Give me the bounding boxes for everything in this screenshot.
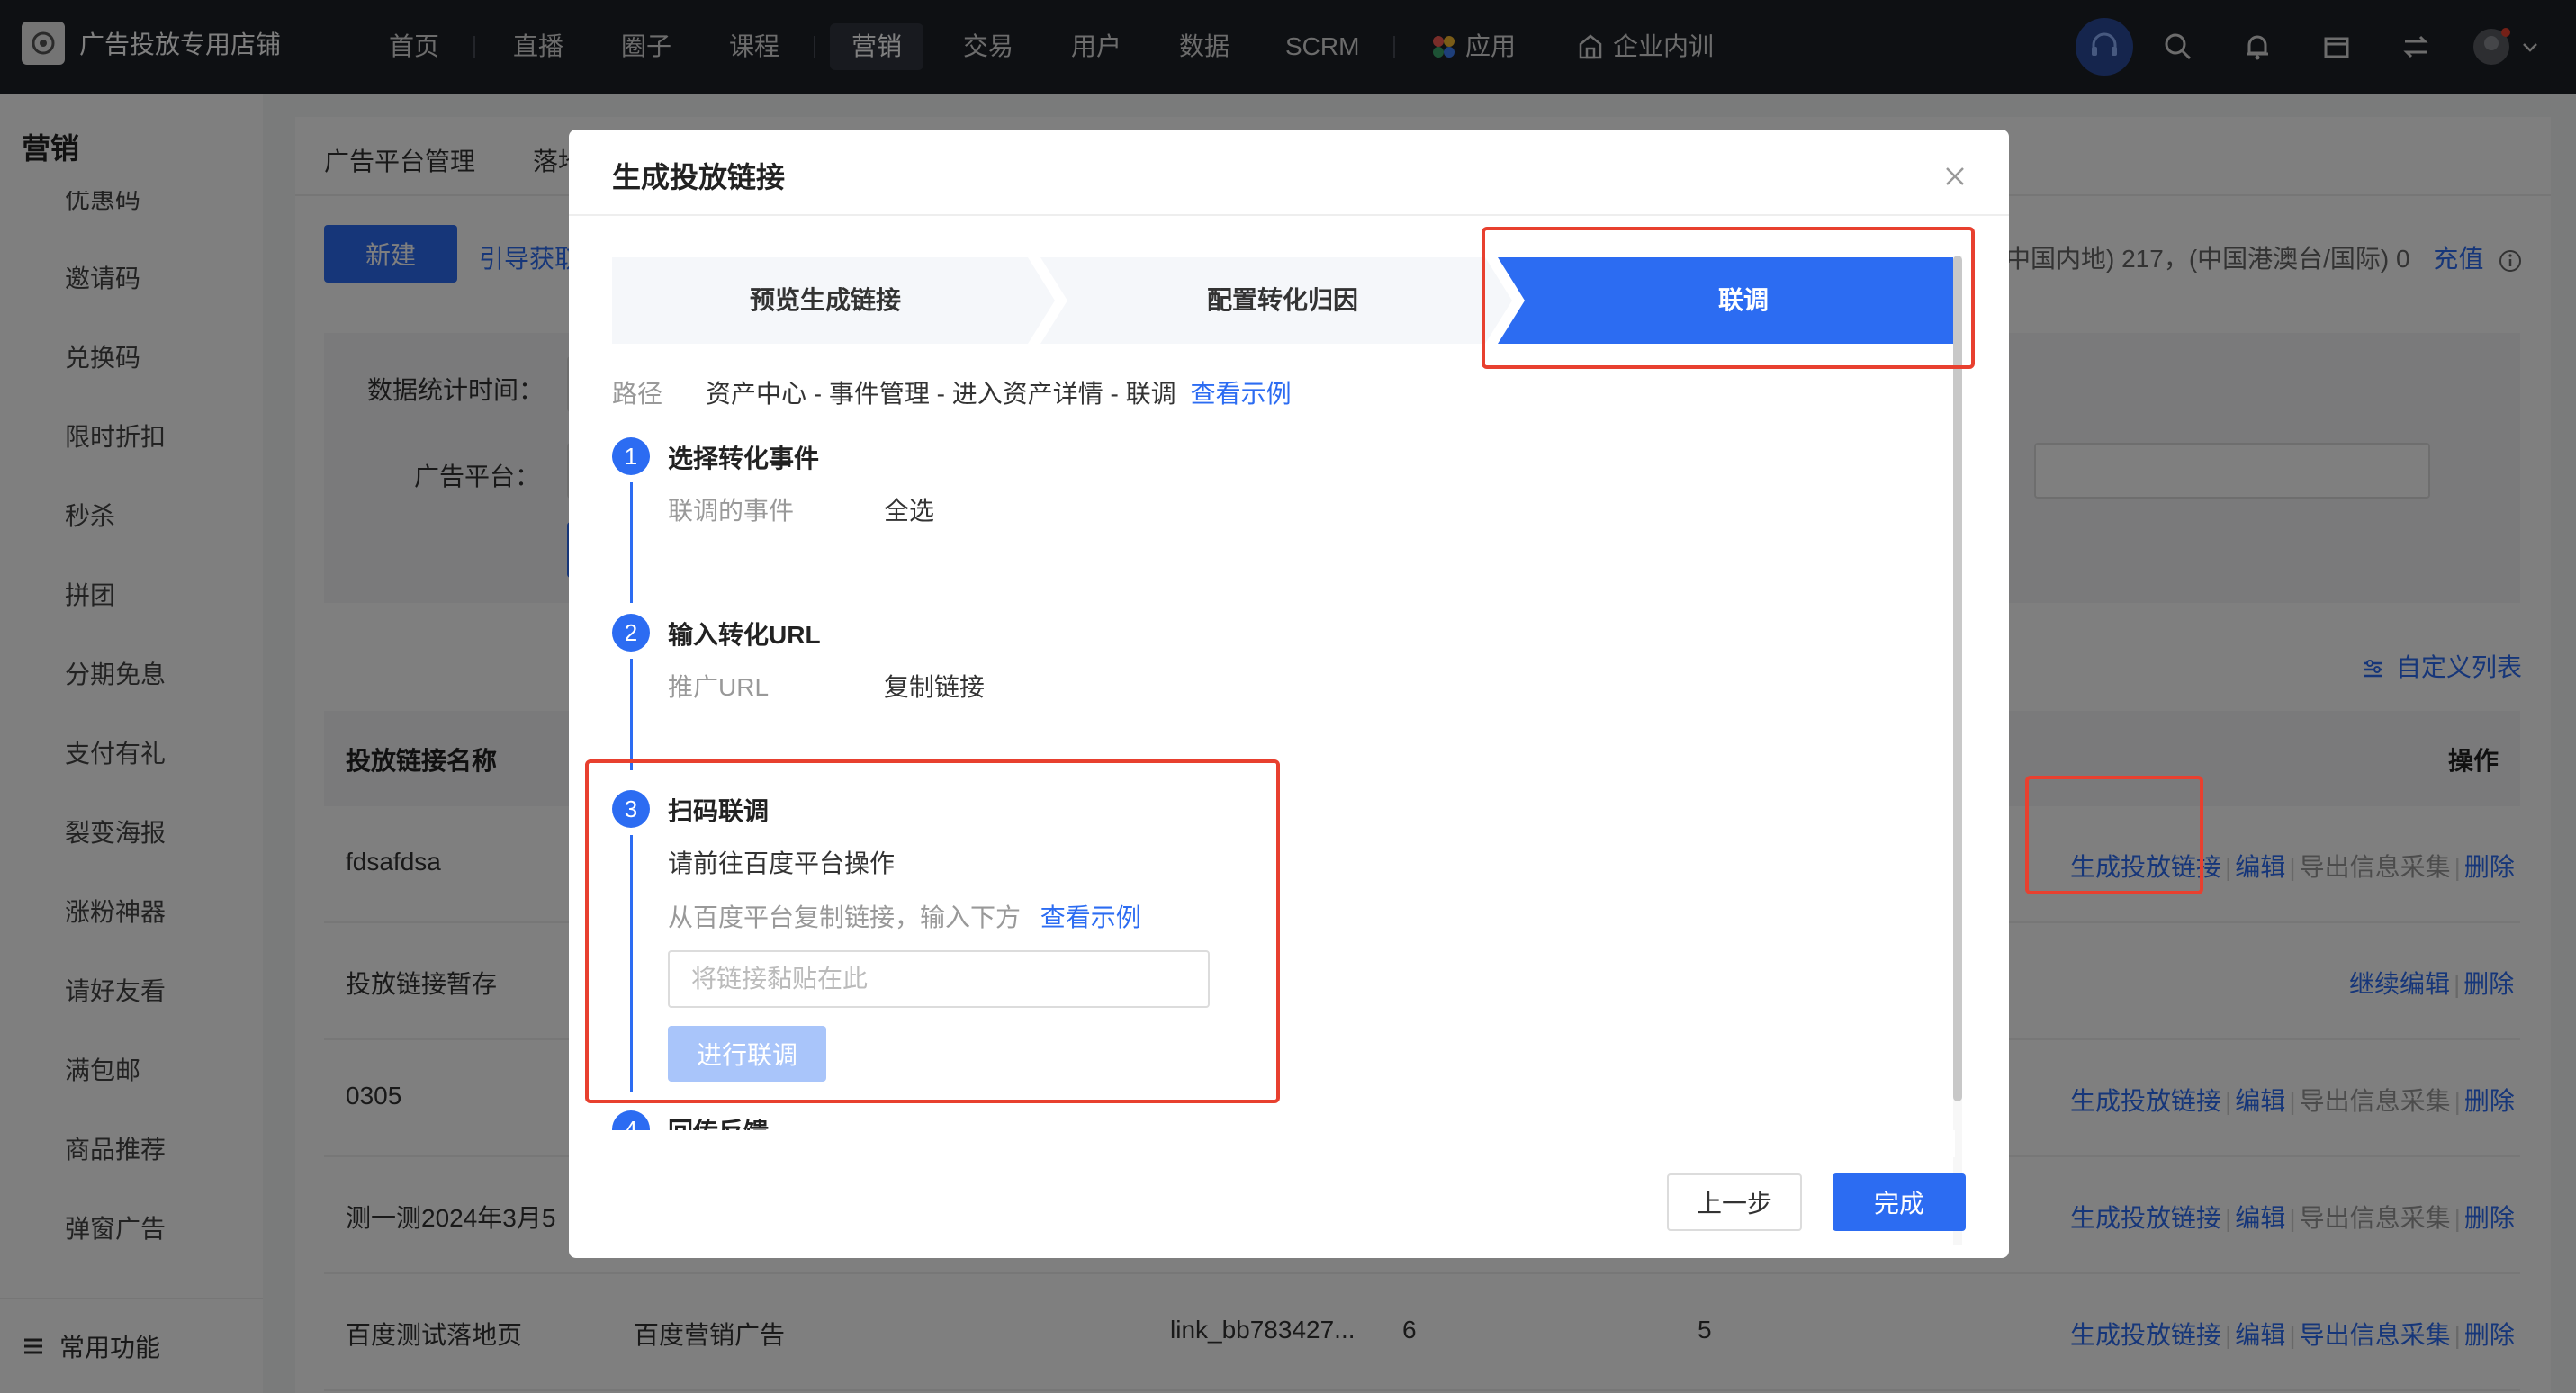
section-feedback-partial: 4 回传反馈 <box>612 1110 1062 1130</box>
copy-link-button[interactable]: 复制链接 <box>884 668 985 704</box>
dialog-divider <box>569 214 2009 216</box>
event-value[interactable]: 全选 <box>884 491 934 527</box>
scroll-fade <box>569 1130 1955 1157</box>
path-value: 资产中心 - 事件管理 - 进入资产详情 - 联调 <box>706 380 1176 408</box>
highlight-scan-section <box>585 759 1280 1103</box>
highlight-step-debug <box>1482 227 1975 369</box>
promo-url-label: 推广URL <box>668 673 770 701</box>
highlight-generate-link <box>2025 776 2203 894</box>
previous-step-button[interactable]: 上一步 <box>1667 1173 1802 1231</box>
close-icon[interactable] <box>1937 158 1973 194</box>
path-example-link[interactable]: 查看示例 <box>1191 380 1292 408</box>
step-line <box>630 482 633 603</box>
dialog-title: 生成投放链接 <box>612 161 786 193</box>
section-title-feedback: 回传反馈 <box>668 1112 769 1130</box>
step-number-4: 4 <box>612 1110 650 1130</box>
generate-link-dialog: 生成投放链接 预览生成链接 配置转化归因 联调 路径 资产中心 - 事件管理 - … <box>569 130 2009 1258</box>
path-row: 路径 资产中心 - 事件管理 - 进入资产详情 - 联调 查看示例 <box>612 374 1292 410</box>
scrollbar-thumb[interactable] <box>1953 256 1962 1101</box>
path-label: 路径 <box>612 380 663 408</box>
section-title-url: 输入转化URL <box>668 621 821 649</box>
step-config[interactable]: 配置转化归因 <box>1062 257 1503 344</box>
step-line <box>630 659 633 770</box>
event-label: 联调的事件 <box>668 497 795 525</box>
finish-button[interactable]: 完成 <box>1833 1173 1966 1231</box>
section-title-event: 选择转化事件 <box>668 445 820 472</box>
step-number-2: 2 <box>612 614 650 652</box>
step-number-1: 1 <box>612 437 650 475</box>
step-preview[interactable]: 预览生成链接 <box>612 257 1039 344</box>
